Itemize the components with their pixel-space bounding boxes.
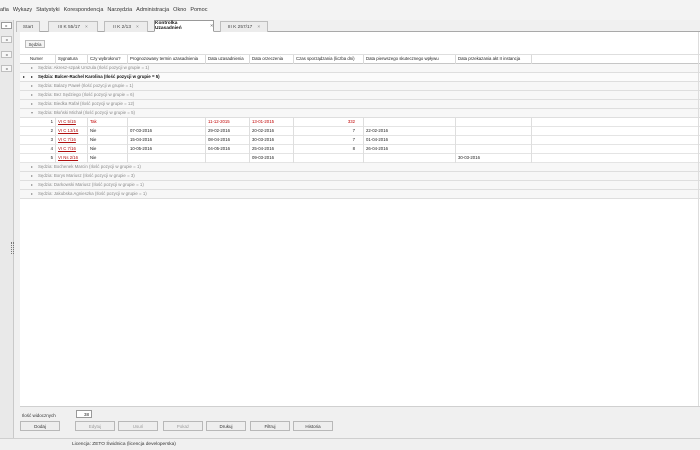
case-link[interactable]: VI C 13/16 (56, 127, 88, 136)
tab-case-3[interactable]: III K 257/17 × (220, 21, 268, 32)
expand-icon[interactable]: ▸ (31, 82, 33, 90)
show-button[interactable]: Pokaż (163, 421, 203, 431)
menu-item-administracja[interactable]: Administracja (136, 7, 169, 13)
footer-panel: Ilość widocznych 38 Dodaj Edytuj Usuń Po… (20, 406, 700, 438)
case-link[interactable]: VI C 7/16 (56, 136, 88, 145)
group-row[interactable]: ▸ Sędzia: Akresz-szpak Urszula (Ilość po… (20, 64, 700, 73)
expand-icon[interactable]: ▸ (31, 73, 33, 81)
tab-start[interactable]: Start (16, 21, 40, 32)
group-row[interactable]: ▸ Sędzia: Darkowski Mariusz (Ilość pozyc… (20, 181, 700, 190)
window-edge (698, 32, 699, 432)
expand-icon[interactable]: ▸ (31, 100, 33, 108)
col-czy-wybrano[interactable]: Czy wybrołono? (88, 55, 128, 64)
col-data-przekazania[interactable]: Data przekazania akt II instancja (456, 55, 532, 64)
case-link[interactable]: VI C 7/16 (56, 145, 88, 154)
group-row[interactable]: ▸ Sędzia: Jakubska Agnieszka (Ilość pozy… (20, 190, 700, 199)
col-czas-sporzadzania[interactable]: Czas sporządzania (liczba dni) (294, 55, 364, 64)
table-row[interactable]: 5 VI Ns 2/16 Nie 09-03-2016 30-03-2016 (20, 154, 700, 163)
close-icon[interactable]: × (210, 24, 213, 29)
tab-case-2[interactable]: II K 2/13 × (104, 21, 148, 32)
expand-icon[interactable]: ▸ (31, 163, 33, 171)
col-sygnatura[interactable]: Sygnatura (56, 55, 88, 64)
group-row[interactable]: ▸ Sędzia: Bez Sędziego (Ilość pozycji w … (20, 91, 700, 100)
status-bar: Licencja: ZETO Świdnica (licencja develo… (0, 438, 700, 450)
group-row[interactable]: ▸ Sędzia: Bochenek Marcin (Ilość pozycji… (20, 163, 700, 172)
add-button[interactable]: Dodaj (20, 421, 60, 431)
col-numer[interactable]: Numer (28, 55, 56, 64)
tab-kontrolka-uzasadnien[interactable]: Kontrolka Uzasadnień × (154, 20, 214, 32)
left-arrow-button-3[interactable]: ◂ (1, 51, 12, 58)
col-data-uzasadnienia[interactable]: Data uzasadnienia (206, 55, 250, 64)
menu-item-korespondencja[interactable]: Korespondencja (64, 7, 104, 13)
table-row[interactable]: 3 VI C 7/16 Nie 15-04-2016 08-04-2016 30… (20, 136, 700, 145)
expand-icon[interactable]: ▸ (31, 172, 33, 180)
visible-count-label: Ilość widocznych (22, 413, 56, 418)
menu-item-narzedzia[interactable]: Narzędzia (107, 7, 132, 13)
edit-button[interactable]: Edytuj (75, 421, 115, 431)
group-row[interactable]: ▸ Sędzia: Borys Mariusz (Ilość pozycji w… (20, 172, 700, 181)
grid-header: Numer Sygnatura Czy wybrołono? Prognozow… (20, 54, 700, 64)
row-indicator-icon: ▸ (23, 74, 26, 79)
left-arrow-button-4[interactable]: ◂ (1, 65, 12, 72)
collapse-icon[interactable]: ▾ (31, 109, 33, 117)
expand-icon[interactable]: ▸ (31, 181, 33, 189)
expand-icon[interactable]: ▸ (31, 64, 33, 72)
visible-count-field[interactable]: 38 (76, 410, 92, 418)
tab-case-1[interactable]: III K 55/17 × (48, 21, 98, 32)
menu-item-afia[interactable]: afia (0, 7, 9, 13)
panel-resize-grip[interactable] (11, 242, 14, 254)
menu-item-pomoc[interactable]: Pomoc (190, 7, 207, 13)
case-link[interactable]: VI Ns 2/16 (56, 154, 88, 163)
table-row[interactable]: 4 VI C 7/16 Nie 10-05-2016 04-05-2016 25… (20, 145, 700, 154)
col-data-wplywu[interactable]: Data pierwszego skutecznego wpływu (364, 55, 456, 64)
group-row[interactable]: ▾ Sędzia: Błoński Michał (Ilość pozycji … (20, 109, 700, 118)
col-data-orzeczenia[interactable]: Data orzeczenia (250, 55, 294, 64)
group-row-selected[interactable]: ▸ ▸ Sędzia: Balcer-Rachel Karolina (Iloś… (20, 73, 700, 82)
menu-item-okno[interactable]: Okno (173, 7, 186, 13)
group-row[interactable]: ▸ Sędzia: Balazy Paweł (Ilość pozycji w … (20, 82, 700, 91)
left-arrow-button-1[interactable]: ▸ (1, 22, 12, 29)
left-panel: ▸ ◂ ◂ ◂ (0, 20, 14, 438)
col-prognozowany-termin[interactable]: Prognozowany termin uzasadnienia (128, 55, 206, 64)
close-icon[interactable]: × (257, 25, 260, 30)
filter-button[interactable]: Filtruj (250, 421, 290, 431)
table-row[interactable]: 2 VI C 13/16 Nie 07-03-2016 29-02-2016 2… (20, 127, 700, 136)
close-icon[interactable]: × (85, 25, 88, 30)
print-button[interactable]: Drukuj (206, 421, 246, 431)
menu-item-statystyki[interactable]: Statystyki (36, 7, 60, 13)
expand-icon[interactable]: ▸ (31, 91, 33, 99)
close-icon[interactable]: × (136, 25, 139, 30)
delete-button[interactable]: Usuń (118, 421, 158, 431)
tab-bar: Start III K 55/17 × II K 2/13 × Kontrolka … (16, 20, 700, 32)
expand-icon[interactable]: ▸ (31, 190, 33, 198)
table-row[interactable]: 1 VI C 5/15 Tak 11-12-2015 13-01-2015 33… (20, 118, 700, 127)
group-by-button[interactable]: Sędzia (25, 40, 45, 48)
group-row[interactable]: ▸ Sędzia: Biedka Rafał (Ilość pozycji w … (20, 100, 700, 109)
left-arrow-button-2[interactable]: ◂ (1, 36, 12, 43)
case-link[interactable]: VI C 5/15 (56, 118, 88, 127)
license-status: Licencja: ZETO Świdnica (licencja develo… (72, 442, 176, 447)
history-button[interactable]: Historia (293, 421, 333, 431)
menu-item-wykazy[interactable]: Wykazy (13, 7, 32, 13)
menu-bar: afia Wykazy Statystyki Korespondencja Na… (0, 0, 700, 20)
justification-grid: Numer Sygnatura Czy wybrołono? Prognozow… (20, 52, 700, 406)
